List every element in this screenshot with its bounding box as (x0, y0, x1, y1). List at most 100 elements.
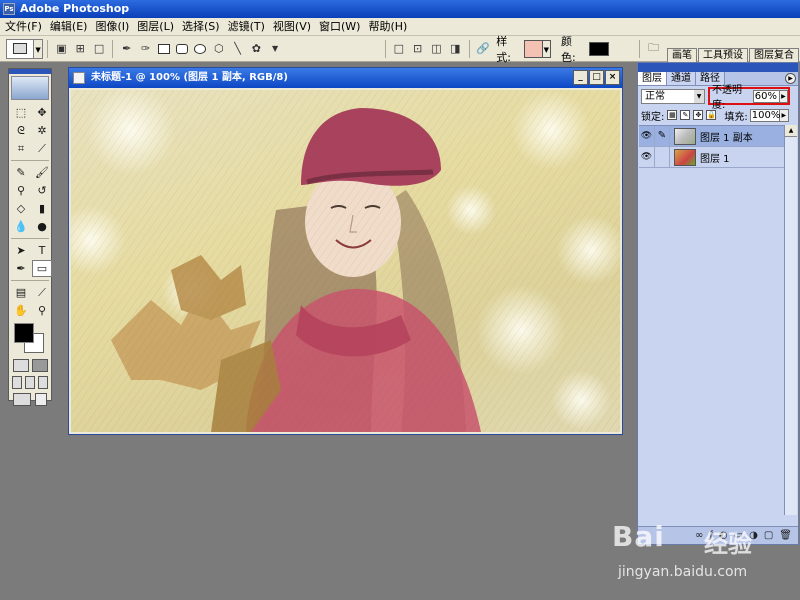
menu-help[interactable]: 帮助(H) (366, 18, 413, 36)
link-cell[interactable] (655, 147, 670, 167)
path-selection-icon[interactable]: ➤ (11, 242, 31, 259)
image-canvas[interactable] (71, 90, 620, 432)
adjustment-layer-icon[interactable]: ◑ (749, 530, 758, 541)
screen-mode-standard-icon[interactable] (12, 376, 23, 389)
rectangle-tool-icon[interactable]: ▭ (32, 260, 52, 277)
link-icon[interactable]: 🔗 (475, 41, 490, 57)
standard-mode-icon[interactable] (12, 359, 29, 372)
menu-select[interactable]: 选择(S) (180, 18, 226, 36)
screen-mode-full-menu-icon[interactable] (24, 376, 35, 389)
subtract-shape-icon[interactable]: ◫ (429, 41, 444, 57)
document-titlebar[interactable]: 未标题-1 @ 100% (图层 1 副本, RGB/8) _ □ × (69, 68, 622, 88)
add-to-shape-icon[interactable]: ⊡ (410, 41, 425, 57)
close-button[interactable]: × (605, 70, 620, 85)
pen-tool-icon[interactable]: ✒ (119, 41, 134, 57)
jump-to-imageready-icon[interactable] (13, 393, 31, 406)
blur-tool-icon[interactable]: 💧 (11, 218, 31, 235)
foreground-color-swatch[interactable] (14, 323, 34, 343)
ellipse-icon[interactable] (194, 43, 207, 54)
tab-brushes[interactable]: 画笔 (666, 47, 697, 62)
new-shape-layer-icon[interactable]: □ (391, 41, 406, 57)
style-swatch[interactable] (524, 39, 543, 58)
history-brush-icon[interactable]: ↺ (32, 182, 52, 199)
dodge-tool-icon[interactable]: ● (32, 218, 52, 235)
visibility-eye-icon[interactable]: 👁 (639, 147, 655, 167)
fill-input[interactable]: 100% (749, 108, 780, 122)
edit-in-imageready-icon[interactable] (35, 393, 47, 406)
new-folder-icon[interactable]: ▭ (734, 530, 743, 541)
shape-options-dropdown-icon[interactable]: ▼ (268, 41, 283, 57)
marquee-tool-icon[interactable]: ⬚ (11, 104, 31, 121)
custom-shape-icon[interactable]: ✿ (249, 41, 264, 57)
lock-image-icon[interactable]: ✎ (680, 110, 691, 120)
slice-tool-icon[interactable]: ⟋ (32, 140, 52, 157)
menu-layer[interactable]: 图层(L) (135, 18, 180, 36)
move-tool-icon[interactable]: ✥ (32, 104, 52, 121)
brush-active-icon[interactable]: ✎ (655, 126, 670, 146)
crop-tool-icon[interactable]: ⌗ (11, 140, 31, 157)
intersect-shape-icon[interactable]: ◨ (448, 41, 463, 57)
fill-slider-arrow[interactable]: ▶ (779, 108, 789, 122)
lock-all-icon[interactable]: 🔒 (706, 110, 717, 120)
lock-position-icon[interactable]: ✥ (693, 110, 704, 120)
link-layers-icon[interactable]: ∞ (695, 530, 703, 541)
blend-mode-select[interactable]: 正常 ▼ (641, 88, 705, 104)
tool-preset-dropdown[interactable]: ▼ (33, 38, 44, 59)
tab-layers[interactable]: 图层 (638, 72, 667, 85)
scroll-up-icon[interactable]: ▲ (785, 125, 797, 137)
file-browser-icon[interactable]: 🗀 (646, 41, 661, 57)
tab-tool-presets[interactable]: 工具预设 (697, 47, 748, 62)
layer-style-icon[interactable]: ƒ (709, 530, 713, 541)
eraser-tool-icon[interactable]: ◇ (11, 200, 31, 217)
eyedropper-tool-icon[interactable]: ⟋ (32, 284, 52, 301)
palette-menu-icon[interactable]: ▶ (785, 73, 796, 84)
new-layer-icon[interactable]: ▢ (764, 530, 773, 541)
magic-wand-icon[interactable]: ✲ (32, 122, 52, 139)
toolbox-titlebar[interactable] (9, 69, 51, 74)
lasso-tool-icon[interactable]: ᘓ (11, 122, 31, 139)
layer-row-base[interactable]: 👁 图层 1 (639, 147, 785, 168)
opacity-input[interactable]: 60% (752, 89, 780, 103)
visibility-eye-icon[interactable]: 👁 (639, 126, 655, 146)
layer-list-scrollbar[interactable]: ▲ (784, 125, 797, 515)
tool-preset-picker[interactable] (6, 38, 34, 59)
layer-mask-icon[interactable]: ◐ (719, 530, 728, 541)
minimize-button[interactable]: _ (573, 70, 588, 85)
clone-stamp-icon[interactable]: ⚲ (11, 182, 31, 199)
layers-palette-titlebar[interactable] (638, 63, 798, 72)
brush-tool-icon[interactable]: 🖌 (32, 164, 52, 181)
rounded-rectangle-icon[interactable] (176, 43, 189, 54)
menu-filter[interactable]: 滤镜(T) (226, 18, 271, 36)
pen-tool-icon[interactable]: ✒ (11, 260, 31, 277)
shape-layers-icon[interactable]: ▣ (54, 41, 69, 57)
color-swatch[interactable] (588, 41, 610, 56)
gradient-tool-icon[interactable]: ▮ (32, 200, 52, 217)
rectangle-shape-icon[interactable] (157, 43, 171, 54)
adobe-online-icon[interactable] (11, 76, 49, 100)
style-dropdown[interactable]: ▼ (542, 39, 552, 58)
menu-window[interactable]: 窗口(W) (317, 18, 366, 36)
hand-tool-icon[interactable]: ✋ (11, 302, 31, 319)
notes-tool-icon[interactable]: ▤ (11, 284, 31, 301)
quick-mask-mode-icon[interactable] (31, 359, 48, 372)
lock-transparency-icon[interactable]: ▦ (667, 110, 678, 120)
menu-view[interactable]: 视图(V) (271, 18, 317, 36)
opacity-slider-arrow[interactable]: ▶ (779, 89, 788, 103)
paths-icon[interactable]: ⊞ (73, 41, 88, 57)
screen-mode-full-icon[interactable] (37, 376, 48, 389)
fill-pixels-icon[interactable]: □ (92, 41, 107, 57)
line-icon[interactable]: ╲ (230, 41, 245, 57)
maximize-button[interactable]: □ (589, 70, 604, 85)
healing-brush-icon[interactable]: ✎ (11, 164, 31, 181)
menu-file[interactable]: 文件(F) (3, 18, 48, 36)
polygon-icon[interactable]: ⬡ (211, 41, 226, 57)
tab-layer-comps[interactable]: 图层复合 (748, 47, 799, 62)
tab-channels[interactable]: 通道 (667, 72, 696, 85)
layer-row-copy[interactable]: 👁 ✎ 图层 1 副本 (639, 126, 785, 147)
zoom-tool-icon[interactable]: ⚲ (32, 302, 52, 319)
menu-image[interactable]: 图像(I) (93, 18, 135, 36)
freeform-pen-icon[interactable]: ✑ (138, 41, 153, 57)
type-tool-icon[interactable]: T (32, 242, 52, 259)
trash-icon[interactable]: 🗑 (779, 530, 792, 541)
menu-edit[interactable]: 编辑(E) (48, 18, 94, 36)
